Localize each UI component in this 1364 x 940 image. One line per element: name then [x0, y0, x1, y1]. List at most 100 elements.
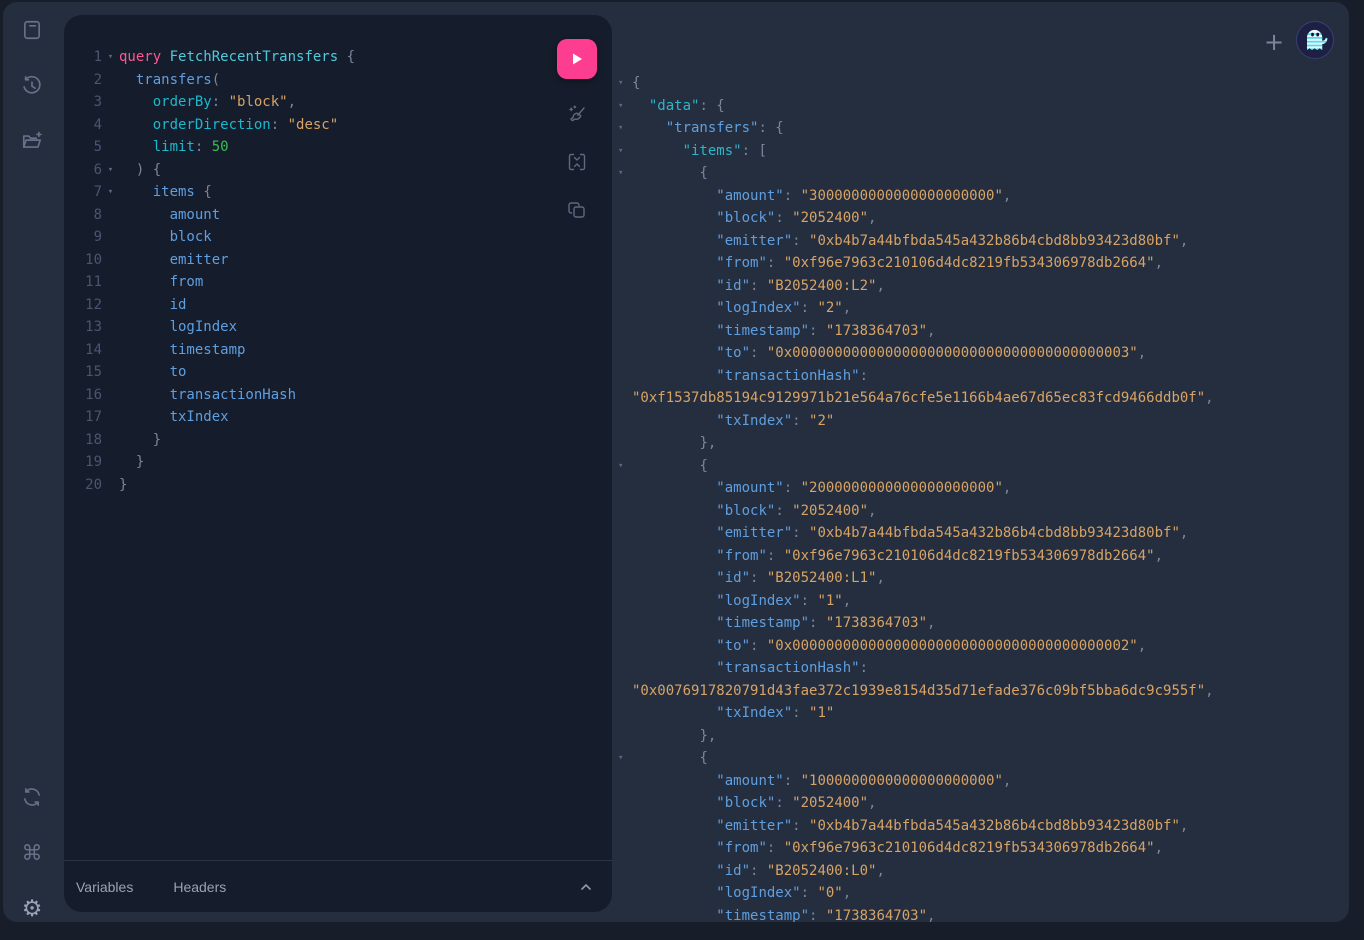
- query-line[interactable]: 13 logIndex: [64, 316, 612, 339]
- fold-gutter: [612, 185, 632, 208]
- code-text: "transactionHash":: [632, 657, 868, 680]
- line-number: 15: [64, 361, 102, 384]
- query-line[interactable]: 15 to: [64, 361, 612, 384]
- line-number: 20: [64, 474, 102, 497]
- query-line[interactable]: 3 orderBy: "block",: [64, 91, 612, 114]
- code-text: "transfers": {: [632, 117, 784, 140]
- query-line[interactable]: 7▾ items {: [64, 181, 612, 204]
- query-line[interactable]: 1▾query FetchRecentTransfers {: [64, 46, 612, 69]
- keyboard-shortcuts-icon[interactable]: ⌘: [19, 840, 45, 866]
- query-line[interactable]: 11 from: [64, 271, 612, 294]
- fold-gutter: [612, 320, 632, 343]
- fold-gutter: [612, 905, 632, 923]
- fold-gutter: [612, 612, 632, 635]
- code-text: timestamp: [119, 339, 245, 362]
- execute-query-button[interactable]: [557, 39, 597, 79]
- query-line[interactable]: 20}: [64, 474, 612, 497]
- settings-icon[interactable]: ⚙: [19, 896, 45, 922]
- docs-icon[interactable]: [19, 17, 45, 43]
- code-text: id: [119, 294, 186, 317]
- fold-gutter: [612, 365, 632, 388]
- chevron-up-icon[interactable]: [578, 879, 594, 895]
- query-line[interactable]: 2 transfers(: [64, 69, 612, 92]
- line-number: 11: [64, 271, 102, 294]
- fold-gutter: [102, 406, 119, 429]
- merge-fragments-icon[interactable]: [566, 151, 588, 173]
- query-line[interactable]: 16 transactionHash: [64, 384, 612, 407]
- code-text: {: [632, 72, 640, 95]
- line-number: 10: [64, 249, 102, 272]
- code-text: orderDirection: "desc": [119, 114, 338, 137]
- query-line[interactable]: 6▾ ) {: [64, 159, 612, 182]
- fold-gutter: [102, 69, 119, 92]
- line-number: 16: [64, 384, 102, 407]
- copy-query-icon[interactable]: [566, 199, 588, 221]
- query-editor[interactable]: 1▾query FetchRecentTransfers {2 transfer…: [64, 15, 612, 860]
- code-text: }: [119, 429, 161, 452]
- fold-arrow-icon[interactable]: ▾: [612, 162, 632, 185]
- fold-arrow-icon[interactable]: ▾: [612, 95, 632, 118]
- query-line[interactable]: 12 id: [64, 294, 612, 317]
- fold-arrow-icon[interactable]: ▾: [102, 159, 119, 182]
- line-number: 4: [64, 114, 102, 137]
- code-text: "timestamp": "1738364703",: [632, 320, 935, 343]
- query-line[interactable]: 5 limit: 50: [64, 136, 612, 159]
- code-text: transactionHash: [119, 384, 296, 407]
- refetch-schema-icon[interactable]: [19, 784, 45, 810]
- fold-arrow-icon[interactable]: ▾: [102, 181, 119, 204]
- fold-gutter: [612, 837, 632, 860]
- fold-arrow-icon[interactable]: ▾: [612, 140, 632, 163]
- query-line[interactable]: 9 block: [64, 226, 612, 249]
- code-text: "data": {: [632, 95, 725, 118]
- open-folder-icon[interactable]: [19, 128, 45, 154]
- response-line: ▾ "transfers": {: [612, 117, 1341, 140]
- fold-arrow-icon[interactable]: ▾: [612, 747, 632, 770]
- fold-gutter: [102, 361, 119, 384]
- code-text: "items": [: [632, 140, 767, 163]
- code-text: transfers(: [119, 69, 220, 92]
- line-number: 2: [64, 69, 102, 92]
- fold-gutter: [102, 451, 119, 474]
- fold-gutter: [612, 387, 632, 410]
- response-line: "0xf1537db85194c9129971b21e564a76cfe5e11…: [612, 387, 1341, 410]
- response-line: "transactionHash":: [612, 365, 1341, 388]
- tab-headers[interactable]: Headers: [173, 879, 226, 895]
- fold-gutter: [102, 91, 119, 114]
- line-number: 14: [64, 339, 102, 362]
- code-text: logIndex: [119, 316, 237, 339]
- fold-arrow-icon[interactable]: ▾: [102, 46, 119, 69]
- fold-gutter: [102, 136, 119, 159]
- fold-gutter: [612, 410, 632, 433]
- response-line: "logIndex": "1",: [612, 590, 1341, 613]
- query-line[interactable]: 17 txIndex: [64, 406, 612, 429]
- query-line[interactable]: 14 timestamp: [64, 339, 612, 362]
- line-number: 9: [64, 226, 102, 249]
- fold-arrow-icon[interactable]: ▾: [612, 117, 632, 140]
- line-number: 19: [64, 451, 102, 474]
- code-text: "amount": "1000000000000000000000",: [632, 770, 1011, 793]
- tab-variables[interactable]: Variables: [76, 879, 133, 895]
- code-text: "logIndex": "2",: [632, 297, 851, 320]
- code-text: "emitter": "0xb4b7a44bfbda545a432b86b4cb…: [632, 815, 1188, 838]
- line-number: 18: [64, 429, 102, 452]
- history-icon[interactable]: [19, 73, 45, 99]
- fold-arrow-icon[interactable]: ▾: [612, 72, 632, 95]
- prettify-icon[interactable]: [566, 104, 588, 126]
- query-line[interactable]: 10 emitter: [64, 249, 612, 272]
- query-line[interactable]: 19 }: [64, 451, 612, 474]
- app-window: ⌘ ⚙ 1▾query FetchRecentTransfers {2 tran…: [3, 2, 1349, 922]
- code-text: "amount": "3000000000000000000000",: [632, 185, 1011, 208]
- fold-gutter: [102, 474, 119, 497]
- query-line[interactable]: 8 amount: [64, 204, 612, 227]
- code-text: "from": "0xf96e7963c210106d4dc8219fb5343…: [632, 545, 1163, 568]
- response-line: "from": "0xf96e7963c210106d4dc8219fb5343…: [612, 545, 1341, 568]
- code-text: to: [119, 361, 186, 384]
- code-text: "id": "B2052400:L1",: [632, 567, 885, 590]
- add-tab-button[interactable]: +: [1261, 30, 1287, 56]
- query-line[interactable]: 18 }: [64, 429, 612, 452]
- fold-arrow-icon[interactable]: ▾: [612, 455, 632, 478]
- fold-gutter: [612, 770, 632, 793]
- query-line[interactable]: 4 orderDirection: "desc": [64, 114, 612, 137]
- response-line: "block": "2052400",: [612, 500, 1341, 523]
- line-number: 7: [64, 181, 102, 204]
